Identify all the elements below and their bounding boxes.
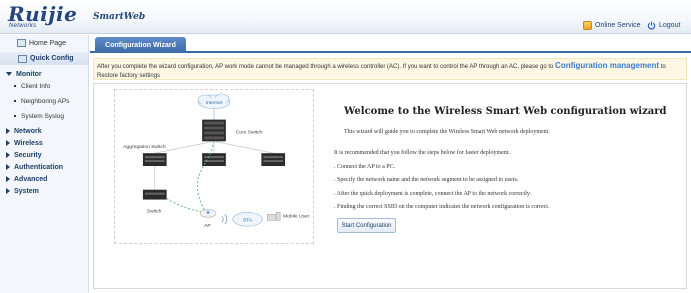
mobile-device-icon	[267, 212, 281, 221]
core-switch-label: Core Switch	[236, 129, 263, 135]
notice-text-before: After you complete the wizard configurat…	[97, 64, 554, 70]
sidebar-network[interactable]: Network	[0, 125, 88, 137]
sidebar-advanced[interactable]: Advanced	[0, 173, 88, 185]
aggregation-switch-icon	[261, 153, 286, 167]
sidebar-sub-label: System Syslog	[21, 112, 64, 120]
sidebar-item-system-syslog[interactable]: System Syslog	[0, 110, 88, 122]
sidebar-security[interactable]: Security	[0, 149, 88, 161]
online-service-icon	[583, 21, 592, 30]
sidebar-menu-label: System	[14, 187, 39, 195]
tab-configuration-wizard[interactable]: Configuration Wizard	[95, 37, 186, 53]
switch-label: Switch	[147, 208, 162, 214]
expand-right-icon	[6, 152, 10, 158]
aggregation-switch-icon	[142, 153, 167, 167]
sidebar-menu-label: Advanced	[14, 175, 48, 183]
expand-right-icon	[6, 140, 10, 146]
wizard-step: . Connect the AP to a PC.	[334, 163, 396, 170]
sidebar-quick-config[interactable]: Quick Config	[0, 52, 88, 65]
sidebar-authentication[interactable]: Authentication	[0, 161, 88, 173]
core-switch-icon	[202, 119, 226, 142]
expand-right-icon	[6, 188, 10, 194]
internet-label: Internet	[206, 100, 223, 106]
wifi-signal-icon	[221, 214, 228, 225]
notice-banner: After you complete the wizard configurat…	[93, 58, 687, 80]
app-header: Ruijie Networks SmartWeb Online Service …	[0, 0, 691, 34]
expand-down-icon	[6, 72, 12, 76]
quick-config-icon	[18, 54, 27, 63]
start-configuration-button[interactable]: Start Configuration	[337, 218, 396, 233]
bullet-icon	[14, 115, 16, 117]
wizard-title: Welcome to the Wireless Smart Web config…	[344, 106, 667, 117]
bullet-icon	[14, 100, 16, 102]
logo-subtitle: Networks	[9, 23, 37, 29]
sidebar-menu-label: Authentication	[14, 163, 63, 171]
sidebar-menu-label: Network	[14, 127, 42, 135]
tab-bar: Configuration Wizard	[90, 35, 691, 53]
aggregation-switch-icon	[202, 153, 226, 167]
wizard-step: . After the quick deployment is complete…	[334, 190, 531, 197]
sidebar-menu-label: Security	[14, 151, 42, 159]
configuration-management-link[interactable]: Configuration management	[555, 61, 659, 70]
logout-label: Logout	[659, 22, 681, 29]
product-name: SmartWeb	[93, 12, 146, 22]
expand-right-icon	[6, 128, 10, 134]
wizard-subtitle: This wizard will guide you to complete t…	[344, 129, 550, 135]
wizard-step: . Finding the correct SSID on the comput…	[334, 204, 550, 210]
logout-link[interactable]: Logout	[647, 21, 680, 30]
power-icon	[647, 21, 656, 30]
online-service-link[interactable]: Online Service	[583, 21, 641, 30]
sidebar-sub-label: Neighboring APs	[21, 97, 70, 105]
access-switch-icon	[142, 189, 167, 200]
bullet-icon	[14, 85, 16, 87]
page: Ruijie Networks SmartWeb Online Service …	[0, 0, 691, 293]
access-point-icon	[199, 209, 217, 218]
sidebar-quick-config-label: Quick Config	[30, 55, 74, 62]
sidebar-system[interactable]: System	[0, 185, 88, 197]
wizard-step: . Specify the network name and the netwo…	[334, 177, 519, 183]
sidebar-sub-label: Client Info	[21, 82, 51, 90]
sidebar-item-client-info[interactable]: Client Info	[0, 80, 88, 92]
mobile-user-label: Mobile User	[283, 213, 310, 219]
online-service-label: Online Service	[595, 22, 641, 29]
wizard-steps: It is recommended that you follow the st…	[334, 147, 549, 215]
expand-right-icon	[6, 164, 10, 170]
sidebar-home-label: Home Page	[29, 39, 66, 47]
sta-label: STA	[243, 217, 253, 223]
home-page-icon	[17, 39, 26, 47]
sidebar-monitor[interactable]: Monitor	[0, 68, 88, 80]
sidebar: Home Page Quick Config Monitor Client In…	[0, 35, 89, 293]
aggregation-switch-label: Aggregation Switch	[123, 144, 166, 150]
sidebar-monitor-label: Monitor	[16, 70, 42, 78]
wizard-intro: It is recommended that you follow the st…	[334, 150, 510, 156]
sidebar-menu-label: Wireless	[14, 139, 43, 147]
sidebar-item-neighboring-aps[interactable]: Neighboring APs	[0, 95, 88, 107]
ruijie-logo: Ruijie	[8, 2, 78, 26]
sidebar-home-page[interactable]: Home Page	[0, 37, 87, 49]
network-topology-diagram: Internet Core Switch Aggregation Switch	[114, 89, 314, 244]
ap-label: AP	[204, 223, 211, 229]
expand-right-icon	[6, 176, 10, 182]
sidebar-wireless[interactable]: Wireless	[0, 137, 88, 149]
